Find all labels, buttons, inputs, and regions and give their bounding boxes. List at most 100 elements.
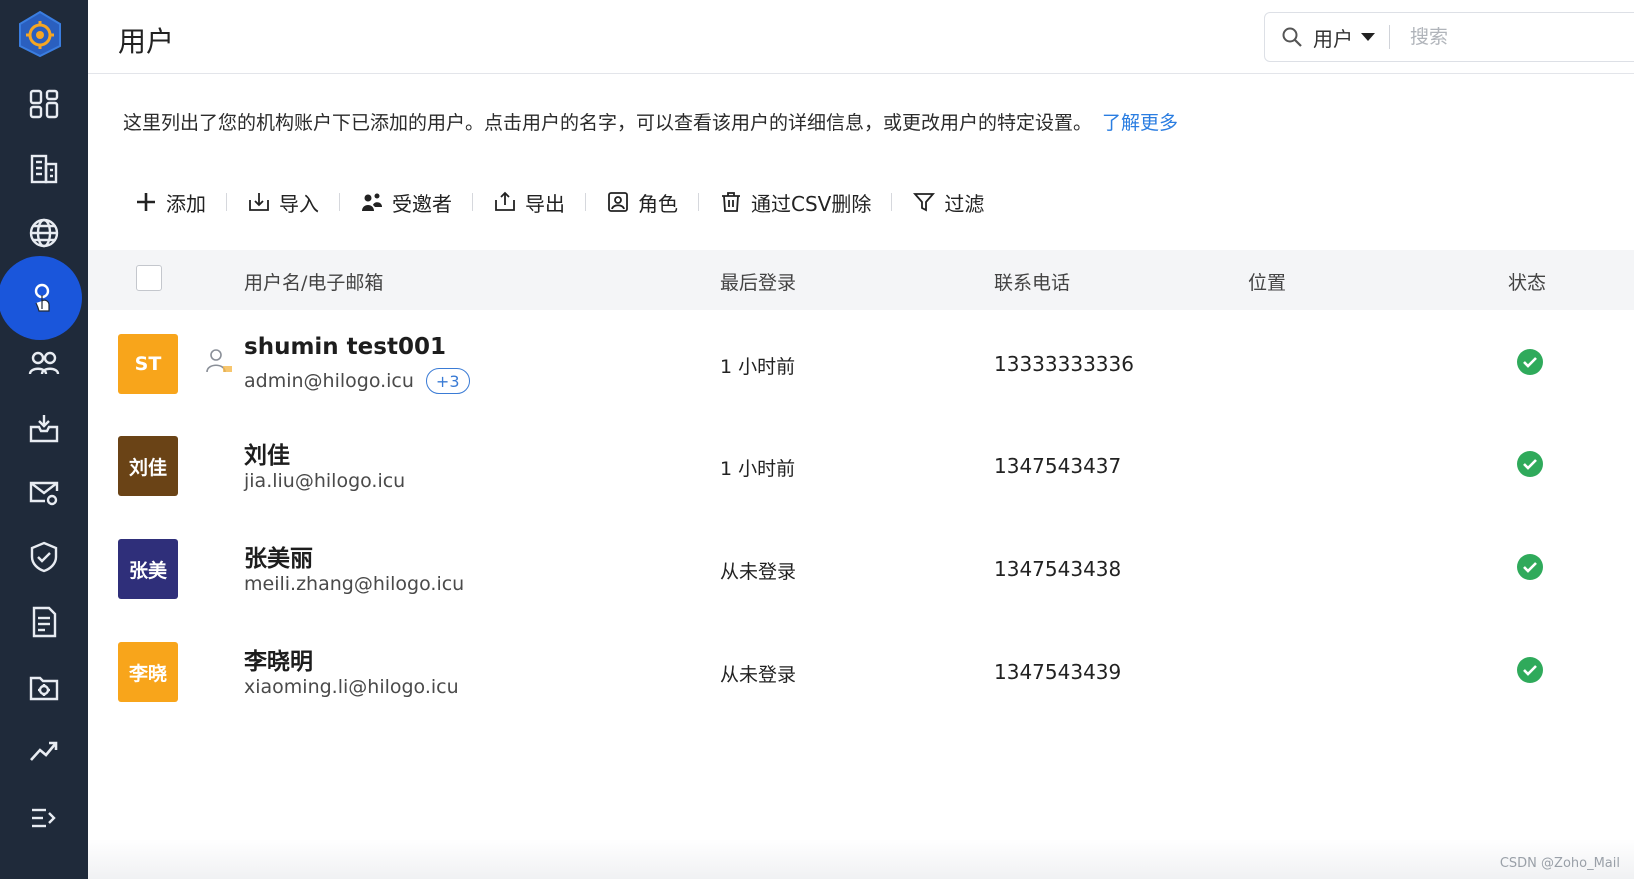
user-name-link[interactable]: 刘佳 bbox=[244, 436, 290, 470]
sidebar-item-storage-settings[interactable] bbox=[0, 659, 88, 715]
toolbar-divider bbox=[698, 193, 699, 211]
bottom-fade bbox=[88, 839, 1634, 879]
roles-button-label: 角色 bbox=[638, 191, 678, 216]
add-button-label: 添加 bbox=[166, 191, 206, 216]
sidebar-item-organization[interactable] bbox=[0, 141, 88, 197]
column-header-name[interactable]: 用户名/电子邮箱 bbox=[244, 268, 383, 295]
sidebar-item-groups[interactable] bbox=[0, 335, 88, 391]
mail-import-icon bbox=[29, 415, 59, 443]
roles-button[interactable]: 角色 bbox=[606, 188, 678, 217]
user-email: meili.zhang@hilogo.icu bbox=[244, 573, 464, 595]
export-button[interactable]: 导出 bbox=[493, 188, 565, 217]
sidebar-collapse-button[interactable] bbox=[0, 790, 88, 846]
user-name-link[interactable]: 张美丽 bbox=[244, 539, 313, 573]
table-row[interactable]: 李晓 李晓明 xiaoming.li@hilogo.icu 从未登录 13475… bbox=[88, 618, 1634, 724]
description-text: 这里列出了您的机构账户下已添加的用户。点击用户的名字，可以查看该用户的详细信息，… bbox=[123, 112, 1093, 134]
delete-via-csv-button[interactable]: 通过CSV删除 bbox=[719, 188, 871, 217]
analytics-icon bbox=[30, 741, 58, 761]
sidebar-item-mail-settings[interactable] bbox=[0, 464, 88, 520]
column-header-last-login[interactable]: 最后登录 bbox=[720, 268, 796, 295]
import-icon bbox=[249, 193, 269, 211]
phone-number: 13333333336 bbox=[994, 352, 1134, 376]
dashboard-icon bbox=[29, 89, 59, 119]
avatar[interactable]: ST bbox=[118, 334, 178, 394]
toolbar-divider bbox=[585, 193, 586, 211]
user-email-text: jia.liu@hilogo.icu bbox=[244, 470, 406, 492]
column-header-location[interactable]: 位置 bbox=[1248, 268, 1286, 295]
import-button-label: 导入 bbox=[279, 191, 319, 216]
search-scope-label: 用户 bbox=[1313, 26, 1353, 51]
table-row[interactable]: 刘佳 刘佳 jia.liu@hilogo.icu 1 小时前 134754343… bbox=[88, 412, 1634, 518]
user-name-link[interactable]: shumin test001 bbox=[244, 334, 446, 360]
add-button[interactable]: 添加 bbox=[134, 188, 206, 217]
admin-user-icon bbox=[206, 349, 232, 373]
sidebar-item-users[interactable] bbox=[0, 256, 88, 340]
search-scope-dropdown[interactable]: 用户 bbox=[1313, 23, 1375, 52]
page-description: 这里列出了您的机构账户下已添加的用户。点击用户的名字，可以查看该用户的详细信息，… bbox=[123, 108, 1178, 135]
filter-button[interactable]: 过滤 bbox=[912, 188, 984, 217]
learn-more-link[interactable]: 了解更多 bbox=[1102, 112, 1178, 134]
invitees-button[interactable]: 受邀者 bbox=[360, 188, 452, 217]
last-login: 从未登录 bbox=[720, 664, 797, 686]
page-title: 用户 bbox=[118, 25, 175, 58]
table-row[interactable]: 张美 张美丽 meili.zhang@hilogo.icu 从未登录 13475… bbox=[88, 515, 1634, 621]
trash-icon bbox=[722, 192, 740, 212]
toolbar: 添加 导入 受邀者 导出 角色 通过CSV删除 过滤 bbox=[134, 182, 984, 222]
search-bar[interactable]: 用户 bbox=[1264, 12, 1634, 62]
last-login: 1 小时前 bbox=[720, 458, 796, 480]
sidebar-item-reports[interactable] bbox=[0, 594, 88, 650]
filter-icon bbox=[913, 193, 936, 212]
toolbar-divider bbox=[226, 193, 227, 211]
column-header-status[interactable]: 状态 bbox=[1508, 268, 1546, 295]
plus-icon bbox=[137, 193, 155, 211]
domains-icon bbox=[29, 218, 59, 248]
toolbar-divider bbox=[339, 193, 340, 211]
export-button-label: 导出 bbox=[525, 191, 565, 216]
caret-down-icon bbox=[1361, 33, 1375, 41]
invitees-icon bbox=[362, 193, 382, 211]
user-email-text: meili.zhang@hilogo.icu bbox=[244, 573, 465, 595]
menu-collapse-icon bbox=[32, 808, 56, 828]
delete-via-csv-label: 通过CSV删除 bbox=[751, 191, 872, 216]
last-login: 从未登录 bbox=[720, 561, 797, 583]
security-icon bbox=[30, 541, 58, 573]
status-active-icon bbox=[1517, 349, 1543, 375]
user-email: admin@hilogo.icu +3 bbox=[244, 368, 470, 394]
toolbar-divider bbox=[472, 193, 473, 211]
search-input[interactable] bbox=[1410, 26, 1600, 48]
sidebar-item-mail-import[interactable] bbox=[0, 400, 88, 456]
select-all-checkbox[interactable] bbox=[136, 265, 162, 291]
user-email: xiaoming.li@hilogo.icu bbox=[244, 676, 459, 698]
groups-icon bbox=[28, 351, 60, 375]
search-icon bbox=[1282, 27, 1302, 47]
search-divider bbox=[1389, 25, 1390, 49]
sidebar-item-domains[interactable] bbox=[0, 205, 88, 261]
roles-icon bbox=[608, 192, 628, 212]
sidebar-item-dashboard[interactable] bbox=[0, 76, 88, 132]
invitees-button-label: 受邀者 bbox=[392, 191, 452, 216]
sidebar-item-security[interactable] bbox=[0, 529, 88, 585]
column-header-phone[interactable]: 联系电话 bbox=[994, 268, 1070, 295]
avatar[interactable]: 刘佳 bbox=[118, 436, 178, 496]
avatar[interactable]: 李晓 bbox=[118, 642, 178, 702]
user-email-text: admin@hilogo.icu bbox=[244, 370, 414, 392]
status-active-icon bbox=[1517, 554, 1543, 580]
organization-icon bbox=[30, 154, 58, 184]
phone-number: 1347543439 bbox=[994, 660, 1122, 684]
watermark-text: CSDN @Zoho_Mail bbox=[1499, 856, 1620, 871]
user-name-link[interactable]: 李晓明 bbox=[244, 642, 313, 676]
extra-emails-badge[interactable]: +3 bbox=[425, 368, 470, 394]
sidebar bbox=[0, 0, 88, 879]
toolbar-divider bbox=[891, 193, 893, 211]
import-button[interactable]: 导入 bbox=[247, 188, 319, 217]
storage-settings-icon bbox=[29, 676, 59, 701]
avatar[interactable]: 张美 bbox=[118, 539, 178, 599]
sidebar-item-analytics[interactable] bbox=[0, 723, 88, 779]
table-row[interactable]: ST shumin test001 admin@hilogo.icu +3 1 … bbox=[88, 310, 1634, 416]
phone-number: 1347543438 bbox=[994, 557, 1122, 581]
page-header: 用户 用户 bbox=[88, 0, 1634, 74]
filter-button-label: 过滤 bbox=[944, 191, 985, 216]
user-email: jia.liu@hilogo.icu bbox=[244, 470, 405, 492]
app-logo-icon[interactable] bbox=[14, 8, 66, 60]
phone-number: 1347543437 bbox=[994, 454, 1122, 478]
